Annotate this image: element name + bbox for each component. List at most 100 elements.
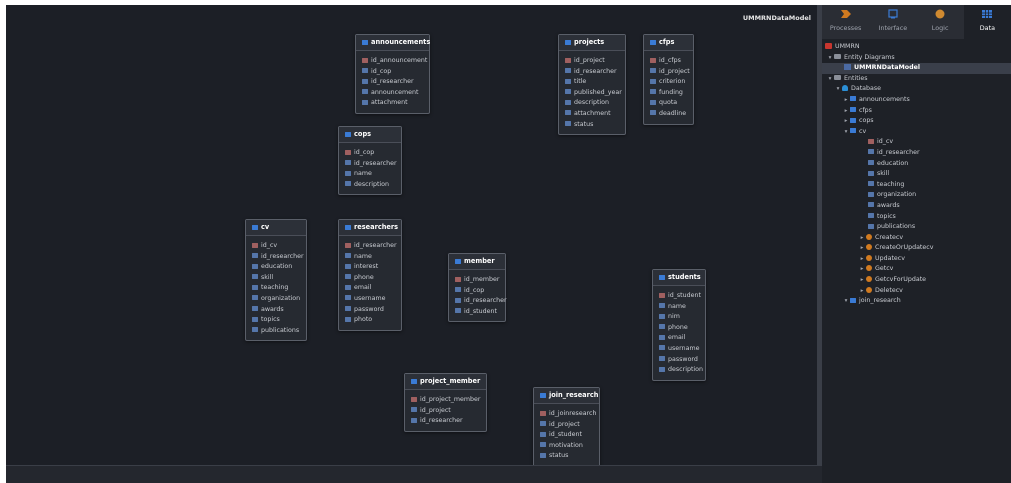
tree-attribute[interactable]: teaching bbox=[822, 180, 1011, 191]
entity-column[interactable]: id_project_member bbox=[405, 395, 486, 406]
entity-column[interactable]: description bbox=[559, 98, 625, 109]
entity-column[interactable]: teaching bbox=[246, 283, 306, 294]
tree-action[interactable]: ▸ CreateOrUpdatecv bbox=[822, 243, 1011, 254]
tab-data[interactable]: Data bbox=[963, 5, 1011, 39]
entity-column[interactable]: description bbox=[653, 365, 705, 376]
entity-announcements[interactable]: announcements id_announcement id_cop id_res… bbox=[355, 34, 430, 114]
tree-entity-join-research[interactable]: ▾ join_research bbox=[822, 296, 1011, 307]
entity-column[interactable]: id_researcher bbox=[339, 159, 401, 170]
chevron-right-icon[interactable]: ▸ bbox=[842, 95, 850, 106]
entity-column[interactable]: organization bbox=[246, 294, 306, 305]
tree-entity-cops[interactable]: ▸ cops bbox=[822, 116, 1011, 127]
entity-column[interactable]: password bbox=[653, 355, 705, 366]
tree-action[interactable]: ▸ GetcvForUpdate bbox=[822, 275, 1011, 286]
chevron-down-icon[interactable]: ▾ bbox=[826, 74, 834, 85]
entity-column[interactable]: id_researcher bbox=[356, 77, 429, 88]
canvas-horizontal-scrollbar[interactable] bbox=[6, 465, 822, 483]
entity-column[interactable]: description bbox=[339, 180, 401, 191]
entity-cops[interactable]: cops id_cop id_researcher name description bbox=[338, 126, 402, 196]
entity-column[interactable]: published_year bbox=[559, 88, 625, 99]
entity-column[interactable]: skill bbox=[246, 273, 306, 284]
entity-project-member[interactable]: project_member id_project_member id_projec… bbox=[404, 373, 487, 432]
tree-attribute[interactable]: education bbox=[822, 159, 1011, 170]
entity-column[interactable]: id_project bbox=[534, 420, 599, 431]
entity-column[interactable]: photo bbox=[339, 315, 401, 326]
entity-projects[interactable]: projects id_project id_researcher title publ… bbox=[558, 34, 626, 136]
chevron-right-icon[interactable]: ▸ bbox=[858, 275, 866, 286]
entity-column[interactable]: attachment bbox=[356, 98, 429, 109]
entity-column[interactable]: name bbox=[339, 169, 401, 180]
entity-column[interactable]: motivation bbox=[534, 441, 599, 452]
entity-member[interactable]: member id_member id_cop id_researcher id_stu… bbox=[448, 253, 507, 323]
tree-action[interactable]: ▸ Updatecv bbox=[822, 254, 1011, 265]
tab-logic[interactable]: Logic bbox=[917, 5, 964, 39]
diagram-canvas[interactable]: UMMRNDataModel announcements id_announcem… bbox=[6, 5, 817, 483]
entity-column[interactable]: quota bbox=[644, 98, 693, 109]
entity-column[interactable]: id_researcher bbox=[339, 241, 401, 252]
tree-action[interactable]: ▸ Deletecv bbox=[822, 286, 1011, 297]
entity-column[interactable]: phone bbox=[653, 323, 705, 334]
tree-attribute[interactable]: publications bbox=[822, 222, 1011, 233]
tree-entity-cv[interactable]: ▾ cv bbox=[822, 127, 1011, 138]
entity-column[interactable]: awards bbox=[246, 305, 306, 316]
chevron-down-icon[interactable]: ▾ bbox=[834, 84, 842, 95]
tree-action[interactable]: ▸ Createcv bbox=[822, 233, 1011, 244]
entity-column[interactable]: id_researcher bbox=[559, 67, 625, 78]
entity-column[interactable]: title bbox=[559, 77, 625, 88]
tree-entity-cfps[interactable]: ▸ cfps bbox=[822, 106, 1011, 117]
entity-column[interactable]: id_member bbox=[449, 275, 505, 286]
entity-column[interactable]: funding bbox=[644, 88, 693, 99]
entity-column[interactable]: interest bbox=[339, 262, 401, 273]
tree-app-node[interactable]: UMMRN bbox=[822, 42, 1011, 53]
entity-column[interactable]: announcement bbox=[356, 88, 429, 99]
entity-column[interactable]: id_announcement bbox=[356, 56, 429, 67]
entity-column[interactable]: nim bbox=[653, 312, 705, 323]
tree-entities-node[interactable]: ▾ Entities bbox=[822, 74, 1011, 85]
entity-column[interactable]: topics bbox=[246, 315, 306, 326]
entity-column[interactable]: username bbox=[339, 294, 401, 305]
entity-column[interactable]: name bbox=[653, 302, 705, 313]
entity-column[interactable]: status bbox=[534, 451, 599, 462]
entity-column[interactable]: criterion bbox=[644, 77, 693, 88]
entity-column[interactable]: id_researcher bbox=[449, 296, 507, 307]
chevron-down-icon[interactable]: ▾ bbox=[826, 53, 834, 64]
chevron-right-icon[interactable]: ▸ bbox=[858, 286, 866, 297]
entity-researchers[interactable]: researchers id_researcher name interest phon… bbox=[338, 219, 402, 331]
entity-column[interactable]: id_researcher bbox=[246, 252, 306, 263]
chevron-right-icon[interactable]: ▸ bbox=[858, 264, 866, 275]
tree-attribute[interactable]: topics bbox=[822, 212, 1011, 223]
entity-column[interactable]: id_cop bbox=[449, 286, 505, 297]
chevron-down-icon[interactable]: ▾ bbox=[842, 296, 850, 307]
tree-data-model-node[interactable]: UMMRNDataModel bbox=[822, 63, 1011, 74]
tab-processes[interactable]: Processes bbox=[822, 5, 869, 39]
chevron-right-icon[interactable]: ▸ bbox=[842, 116, 850, 127]
tree-attribute[interactable]: awards bbox=[822, 201, 1011, 212]
entity-column[interactable]: id_cop bbox=[339, 148, 401, 159]
entity-header[interactable]: announcements bbox=[356, 35, 430, 51]
tree-database-node[interactable]: ▾ Database bbox=[822, 84, 1011, 95]
entity-header[interactable]: member bbox=[449, 254, 505, 270]
entity-column[interactable]: id_cop bbox=[356, 67, 429, 78]
entity-header[interactable]: project_member bbox=[405, 374, 486, 390]
tree-entity-diagrams-node[interactable]: ▾ Entity Diagrams bbox=[822, 53, 1011, 64]
entity-column[interactable]: id_project bbox=[644, 67, 693, 78]
entity-column[interactable]: status bbox=[559, 120, 625, 131]
tree-attribute[interactable]: id_cv bbox=[822, 137, 1011, 148]
entity-column[interactable]: email bbox=[339, 283, 401, 294]
entity-column[interactable]: username bbox=[653, 344, 705, 355]
entity-column[interactable]: deadline bbox=[644, 109, 693, 120]
entity-cv[interactable]: cv id_cv id_researcher education skill teachi… bbox=[245, 219, 307, 342]
entity-column[interactable]: name bbox=[339, 252, 401, 263]
entity-column[interactable]: id_project bbox=[405, 406, 486, 417]
chevron-down-icon[interactable]: ▾ bbox=[842, 127, 850, 138]
entity-column[interactable]: education bbox=[246, 262, 306, 273]
entity-header[interactable]: join_research bbox=[534, 388, 599, 404]
entity-column[interactable]: email bbox=[653, 333, 705, 344]
entity-column[interactable]: attachment bbox=[559, 109, 625, 120]
chevron-right-icon[interactable]: ▸ bbox=[858, 254, 866, 265]
tree-attribute[interactable]: organization bbox=[822, 190, 1011, 201]
entity-column[interactable]: id_cfps bbox=[644, 56, 693, 67]
entity-header[interactable]: cfps bbox=[644, 35, 693, 51]
entity-header[interactable]: students bbox=[653, 270, 705, 286]
entity-header[interactable]: cv bbox=[246, 220, 306, 236]
